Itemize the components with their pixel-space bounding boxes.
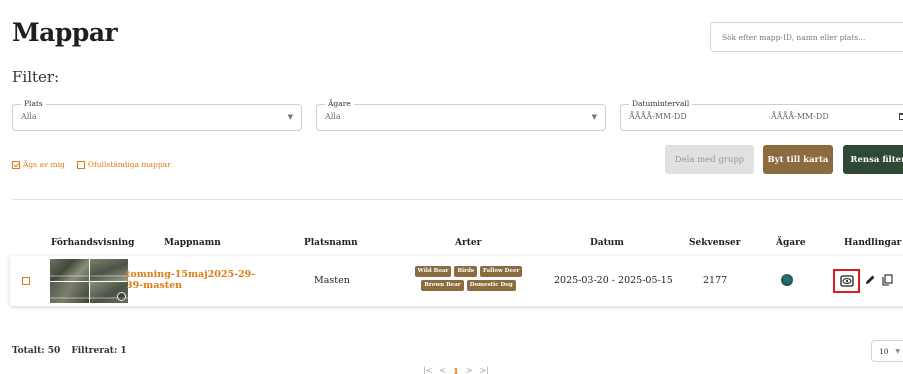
plats-legend: Plats: [21, 99, 46, 108]
checkbox-icon[interactable]: [76, 160, 85, 169]
chevron-down-icon: ▼: [287, 113, 293, 121]
filter-checkboxes: Ägs av mig Ofullständiga mappar: [12, 160, 171, 169]
plats-select[interactable]: Plats Alla ▼: [12, 99, 302, 131]
switch-to-map-button[interactable]: Byt till karta: [763, 145, 833, 174]
current-page[interactable]: 1: [453, 366, 459, 374]
incomplete-folders-checkbox[interactable]: Ofullständiga mappar: [76, 160, 171, 169]
folder-name-link[interactable]: tomning-15maj2025-29-39-masten: [126, 269, 256, 291]
last-page-icon[interactable]: >|: [479, 366, 488, 374]
plats-value: Alla: [21, 112, 37, 121]
filter-label: Filter:: [12, 68, 60, 86]
header-preview: Förhandsvisning: [51, 238, 135, 248]
prev-page-icon[interactable]: <: [439, 366, 446, 374]
header-sequences[interactable]: Sekvenser: [689, 238, 741, 248]
first-page-icon[interactable]: |<: [423, 366, 432, 374]
rows-per-page-select[interactable]: 10 ▼: [871, 340, 903, 362]
chevron-down-icon: ▼: [591, 113, 597, 121]
divider: [12, 199, 903, 200]
thumbnail-image: [50, 281, 89, 303]
header-species: Arter: [455, 238, 482, 248]
agare-legend: Ägare: [325, 99, 354, 108]
species-tags: Wild Boar Birds Fallow Deer Brown Bear D…: [406, 266, 531, 291]
species-tag: Fallow Deer: [480, 266, 523, 277]
owner-avatar: [781, 274, 793, 286]
total-count: Totalt: 50: [12, 346, 61, 356]
share-with-group-button[interactable]: Dela med grupp: [665, 145, 754, 174]
next-page-icon[interactable]: >: [466, 366, 473, 374]
species-tag: Wild Boar: [414, 266, 452, 277]
agare-select[interactable]: Ägare Alla ▼: [316, 99, 606, 131]
filtered-count: Filtrerat: 1: [71, 346, 127, 356]
checkbox-checked-icon[interactable]: [12, 160, 20, 169]
view-button[interactable]: [833, 269, 860, 293]
date-legend: Datumintervall: [629, 99, 693, 108]
header-date[interactable]: Datum: [590, 238, 624, 248]
table-row[interactable]: tomning-15maj2025-29-39-masten Masten Wi…: [10, 256, 903, 306]
preview-thumbnails[interactable]: [50, 259, 128, 303]
species-tag: Domestic Dog: [466, 280, 516, 291]
totals: Totalt: 50 Filtrerat: 1: [12, 346, 135, 356]
agare-value: Alla: [325, 112, 341, 121]
page-title: Mappar: [12, 18, 118, 47]
header-place[interactable]: Platsnamn: [304, 238, 358, 248]
date-range: 2025-03-20 - 2025-05-15: [554, 275, 673, 286]
header-folder-name[interactable]: Mappnamn: [164, 238, 221, 248]
copy-icon[interactable]: [882, 274, 893, 286]
pencil-icon[interactable]: [864, 274, 876, 286]
species-tag: Brown Bear: [421, 280, 464, 291]
rows-per-page-value: 10: [879, 347, 889, 356]
owned-by-me-label: Ägs av mig: [23, 160, 65, 169]
row-checkbox[interactable]: [22, 277, 30, 285]
thumbnail-image: [50, 259, 89, 281]
owned-by-me-checkbox[interactable]: Ägs av mig: [12, 160, 65, 169]
clear-filter-button[interactable]: Rensa filter: [843, 145, 903, 174]
incomplete-folders-label: Ofullständiga mappar: [87, 160, 171, 169]
more-images-icon: [117, 292, 126, 301]
date-to-input[interactable]: ÅÅÅÅ-MM-DD: [771, 112, 829, 121]
thumbnail-image: [89, 259, 128, 281]
header-owner: Ägare: [776, 238, 806, 248]
sequence-count: 2177: [703, 275, 728, 286]
species-tag: Birds: [454, 266, 478, 277]
pagination: |< < 1 > >|: [423, 366, 489, 374]
chevron-down-icon: ▼: [895, 348, 900, 355]
thumbnail-image: [89, 281, 128, 303]
calendar-icon[interactable]: [899, 113, 903, 120]
eye-icon: [839, 275, 854, 287]
search-input[interactable]: [710, 22, 903, 52]
date-from-input[interactable]: ÅÅÅÅ-MM-DD: [629, 112, 687, 121]
header-actions: Handlingar: [844, 238, 902, 248]
place-name: Masten: [314, 275, 350, 286]
date-range-field[interactable]: Datumintervall ÅÅÅÅ-MM-DD ÅÅÅÅ-MM-DD: [620, 99, 903, 131]
